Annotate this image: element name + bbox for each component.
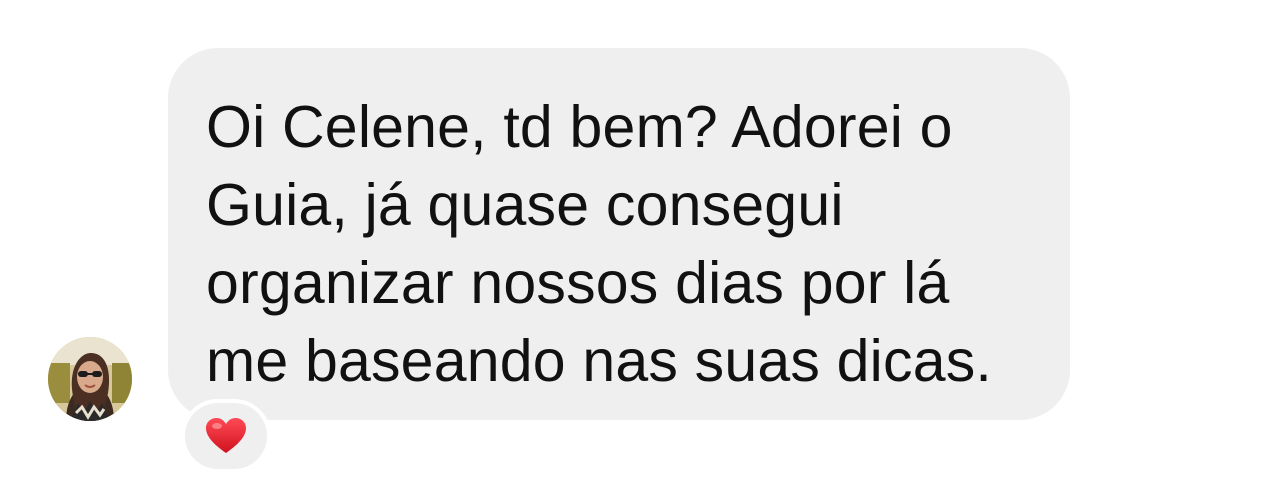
message-thread: Oi Celene, td bem? Adorei o Guia, já qua… [0,0,1280,487]
red-heart-icon [206,418,246,453]
reaction-badge[interactable] [181,399,271,473]
message-bubble[interactable]: Oi Celene, td bem? Adorei o Guia, já qua… [168,48,1070,420]
avatar-photo [48,337,132,421]
message-text: Oi Celene, td bem? Adorei o Guia, já qua… [206,94,992,394]
sender-avatar[interactable] [48,337,132,421]
